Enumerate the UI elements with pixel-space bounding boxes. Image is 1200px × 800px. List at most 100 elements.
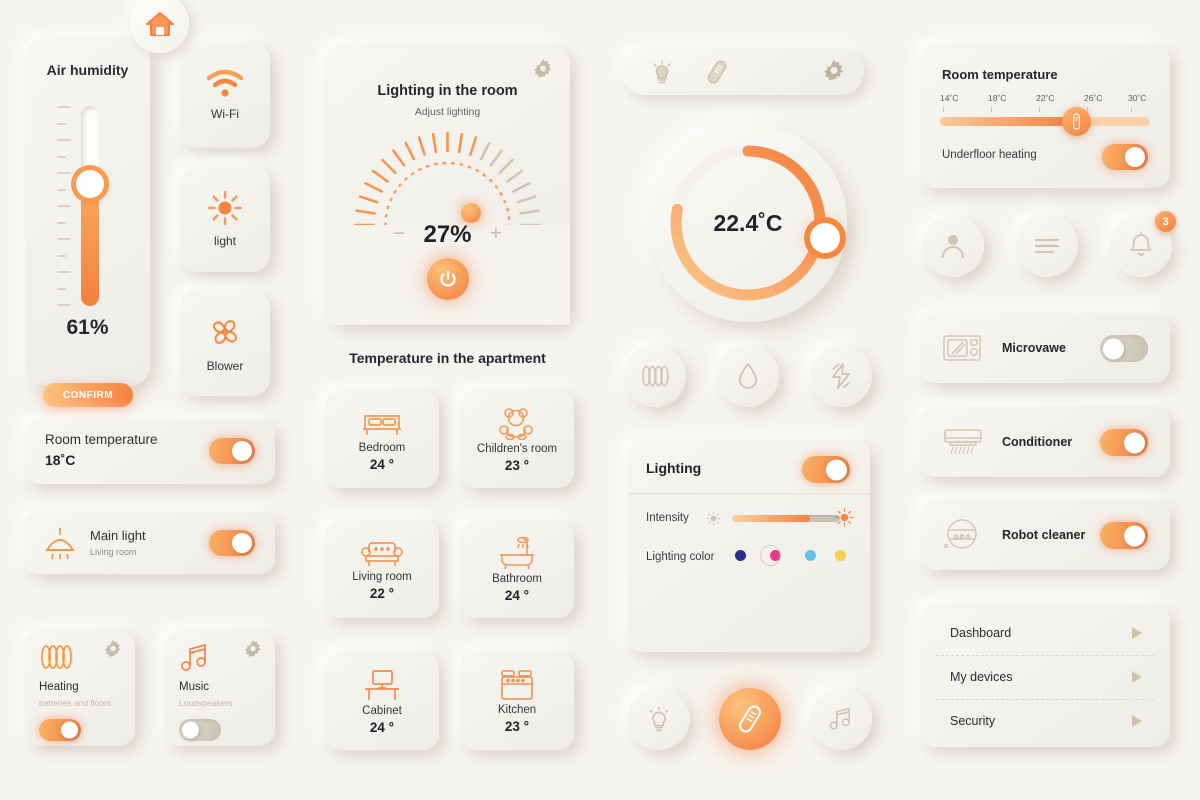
room-card-childrens-room[interactable]: Children's room 23 ° bbox=[460, 390, 574, 488]
nav-item-gear[interactable] bbox=[804, 48, 864, 95]
lighting-room-subtitle: Adjust lighting bbox=[414, 106, 481, 118]
nav-item-bulb[interactable] bbox=[632, 48, 692, 95]
temperature-dial[interactable]: 22.4˚C bbox=[649, 124, 847, 322]
menu-icon bbox=[1033, 236, 1061, 256]
room-card-cabinet[interactable]: Cabinet 24 ° bbox=[325, 652, 439, 750]
lighting-percent-value: 27% bbox=[423, 221, 472, 248]
confirm-button[interactable]: CONFIRM bbox=[43, 383, 133, 407]
underfloor-heating-label: Underfloor heating bbox=[942, 149, 1037, 161]
temperature-dial-knob[interactable] bbox=[810, 223, 840, 253]
music-toggle[interactable] bbox=[179, 719, 221, 741]
circle-button-heating[interactable] bbox=[624, 345, 686, 407]
gear-icon[interactable] bbox=[532, 59, 554, 81]
bulb-icon bbox=[651, 59, 673, 84]
bed-icon bbox=[361, 407, 403, 439]
humidity-value: 61% bbox=[66, 316, 109, 339]
microwave-toggle[interactable] bbox=[1100, 335, 1148, 362]
bulb-icon bbox=[647, 706, 671, 732]
main-light-strip: Main light Living room bbox=[25, 512, 275, 574]
main-light-toggle[interactable] bbox=[209, 530, 255, 556]
room-temperature: 24 ° bbox=[369, 456, 395, 472]
color-swatch-yellow[interactable] bbox=[835, 550, 846, 561]
nav-item-home[interactable] bbox=[130, 0, 189, 53]
main-light-subtitle: Living room bbox=[90, 547, 137, 557]
tile-blower[interactable]: Blower bbox=[180, 290, 270, 396]
humidity-tick-marks bbox=[57, 106, 71, 306]
color-swatch-cyan[interactable] bbox=[805, 550, 816, 561]
device-name: Robot cleaner bbox=[1002, 528, 1086, 542]
heating-toggle[interactable] bbox=[39, 719, 81, 741]
tile-label: Blower bbox=[206, 359, 244, 373]
room-name: Cabinet bbox=[362, 704, 402, 717]
music-title: Music bbox=[179, 681, 210, 693]
circle-button-bulb[interactable] bbox=[628, 688, 690, 750]
temp-tick-label: 26˚C bbox=[1084, 93, 1103, 103]
nav-item-thermometer[interactable] bbox=[687, 48, 747, 95]
nav-menu-item-security[interactable]: Security bbox=[920, 699, 1170, 743]
radiator-icon bbox=[640, 363, 670, 389]
nav-menu-label: My devices bbox=[950, 670, 1013, 684]
room-card-living-room[interactable]: Living room 22 ° bbox=[325, 520, 439, 618]
intensity-slider-track[interactable] bbox=[732, 515, 840, 522]
main-light-title: Main light bbox=[90, 528, 146, 543]
circle-button-power[interactable] bbox=[810, 345, 872, 407]
device-name: Conditioner bbox=[1002, 435, 1073, 449]
lighting-panel-toggle[interactable] bbox=[802, 456, 850, 483]
room-temperature-strip: Room temperature 18˚C bbox=[25, 420, 275, 484]
nav-menu-label: Security bbox=[950, 714, 996, 728]
water-drop-icon bbox=[737, 362, 759, 390]
nav-menu-item-my-devices[interactable]: My devices bbox=[920, 655, 1170, 699]
circle-button-music[interactable] bbox=[810, 688, 872, 750]
room-name: Bathroom bbox=[492, 572, 542, 585]
room-temperature: 24 ° bbox=[504, 587, 530, 603]
air-humidity-title: Air humidity bbox=[46, 62, 129, 78]
room-temperature-slider-knob[interactable] bbox=[1062, 107, 1091, 136]
heating-title: Heating bbox=[39, 681, 79, 693]
conditioner-toggle[interactable] bbox=[1100, 429, 1148, 456]
room-card-kitchen[interactable]: Kitchen 23 ° bbox=[460, 652, 574, 750]
nav-menu-item-dashboard[interactable]: Dashboard bbox=[920, 611, 1170, 655]
room-temperature: 23 ° bbox=[504, 718, 530, 734]
user-icon bbox=[939, 232, 967, 260]
temp-tick-label: 18˚C bbox=[988, 93, 1007, 103]
heating-subtitle: batteries and floors bbox=[39, 698, 112, 708]
gear-icon[interactable] bbox=[103, 640, 123, 660]
lighting-dial-knob[interactable] bbox=[461, 203, 481, 223]
circle-button-thermometer-active[interactable] bbox=[719, 688, 781, 750]
room-card-bedroom[interactable]: Bedroom 24 ° bbox=[325, 390, 439, 488]
humidity-slider-knob[interactable] bbox=[76, 170, 104, 198]
robot-vacuum-icon bbox=[942, 517, 980, 553]
robot-cleaner-toggle[interactable] bbox=[1100, 522, 1148, 549]
divider bbox=[628, 493, 870, 494]
temp-tick-label: 14˚C bbox=[940, 93, 959, 103]
room-card-bathroom[interactable]: Bathroom 24 ° bbox=[460, 520, 574, 618]
bell-icon bbox=[1128, 232, 1154, 260]
increase-brightness-button[interactable]: + bbox=[490, 222, 502, 246]
room-temperature-toggle[interactable] bbox=[209, 438, 255, 464]
room-temperature-slider-fill bbox=[940, 117, 1077, 126]
room-temperature-panel-title: Room temperature bbox=[942, 67, 1058, 82]
apartment-section-title: Temperature in the apartment bbox=[349, 350, 546, 366]
room-temperature-slider-track[interactable] bbox=[940, 117, 1150, 126]
underfloor-heating-toggle[interactable] bbox=[1102, 144, 1148, 170]
smart-home-ui-kit: Air humidity 61% CONFIRM Wi-Fi light Blo… bbox=[0, 0, 1200, 800]
color-swatch-navy[interactable] bbox=[735, 550, 746, 561]
power-icon bbox=[438, 269, 458, 289]
room-temperature-label: Room temperature bbox=[45, 432, 158, 447]
chevron-right-icon bbox=[1130, 713, 1144, 729]
lightning-bolt-icon bbox=[828, 362, 854, 390]
room-temperature-panel: Room temperature 14˚C 18˚C 22˚C 26˚C 30˚… bbox=[920, 45, 1170, 188]
tile-label: light bbox=[213, 234, 236, 248]
user-button[interactable] bbox=[922, 215, 984, 277]
notifications-button[interactable]: 3 bbox=[1110, 211, 1176, 277]
menu-button[interactable] bbox=[1016, 215, 1078, 277]
sun-icon bbox=[207, 190, 243, 226]
power-button[interactable] bbox=[426, 258, 469, 300]
gear-icon[interactable] bbox=[243, 640, 263, 660]
circle-button-water[interactable] bbox=[717, 345, 779, 407]
tile-wifi[interactable]: Wi-Fi bbox=[180, 42, 270, 148]
tile-label: Wi-Fi bbox=[211, 107, 239, 121]
room-name: Children's room bbox=[476, 442, 558, 455]
tile-light[interactable]: light bbox=[180, 166, 270, 272]
sofa-icon bbox=[360, 538, 404, 568]
